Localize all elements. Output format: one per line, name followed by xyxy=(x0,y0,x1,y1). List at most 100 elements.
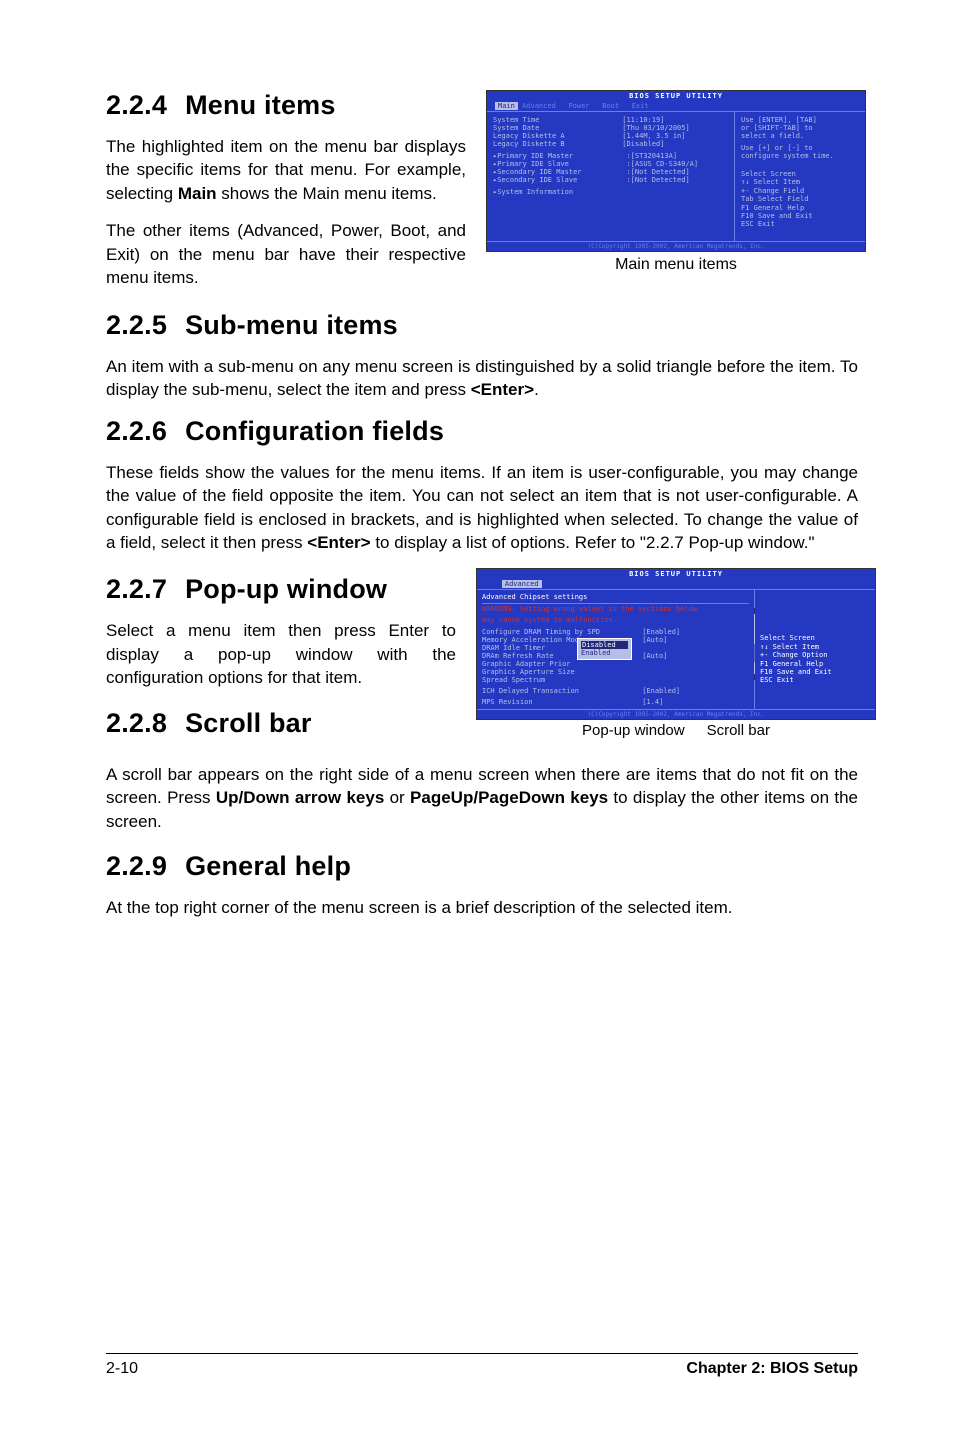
heading-226: 2.2.6 Configuration fields xyxy=(106,416,858,447)
tab-main: Main xyxy=(495,102,518,110)
nav-key: F10 Save and Exit xyxy=(760,668,870,676)
help-text: configure system time. xyxy=(741,152,859,160)
heading-225: 2.2.5 Sub-menu items xyxy=(106,310,858,341)
help-text: Use [+] or [-] to xyxy=(741,144,859,152)
submenu-key: Primary IDE Slave xyxy=(497,160,626,168)
submenu-key: Primary IDE Master xyxy=(497,152,626,160)
submenu-key: System Information xyxy=(497,188,626,196)
nav-key: +- Change Option xyxy=(760,651,870,659)
chapter-label: Chapter 2: BIOS Setup xyxy=(686,1360,858,1378)
bios-main-screenshot: BIOS SETUP UTILITY Main Advanced Power B… xyxy=(486,90,866,252)
heading-title: Scroll bar xyxy=(185,708,312,738)
para-224b: The other items (Advanced, Power, Boot, … xyxy=(106,219,466,289)
heading-224: 2.2.4 Menu items xyxy=(106,90,466,121)
field-key: Graphic Adapter Prior xyxy=(482,660,642,668)
nav-key: Tab Select Field xyxy=(741,195,859,203)
nav-key: ESC Exit xyxy=(741,220,859,228)
page-footer: 2-10 Chapter 2: BIOS Setup xyxy=(106,1353,858,1378)
para-229: At the top right corner of the menu scre… xyxy=(106,896,858,919)
popup-option: Enabled xyxy=(581,649,628,657)
heading-num: 2.2.9 xyxy=(106,851,167,882)
field-val: [1.4] xyxy=(642,698,749,706)
field-val: [Enabled] xyxy=(642,628,749,636)
para-226: These fields show the values for the men… xyxy=(106,461,858,555)
tab-exit: Exit xyxy=(632,102,649,110)
caption-row: Pop-up window Scroll bar xyxy=(476,722,876,739)
text: . xyxy=(534,380,539,399)
field-key: Graphics Aperture Size xyxy=(482,668,642,676)
field-val: [Auto] xyxy=(642,636,749,644)
nav-key: ↑↓ Select Item xyxy=(760,643,870,651)
bios-tabs: Main Advanced Power Boot Exit xyxy=(487,101,865,111)
help-text: Use [ENTER], [TAB] xyxy=(741,116,859,124)
field-key: Legacy Diskette A xyxy=(493,132,622,140)
heading-229: 2.2.9 General help xyxy=(106,851,858,882)
caption-popup: Pop-up window xyxy=(582,722,685,739)
submenu-val: :[Not Detected] xyxy=(626,168,728,176)
text: shows the Main menu items. xyxy=(217,184,437,203)
bios-adv-screenshot: BIOS SETUP UTILITY Advanced Advanced Chi… xyxy=(476,568,876,719)
heading-num: 2.2.5 xyxy=(106,310,167,341)
para-227: Select a menu item then press Enter to d… xyxy=(106,619,456,689)
nav-key: Select Screen xyxy=(760,634,870,642)
heading-title: Pop-up window xyxy=(185,574,387,604)
bios-left-panel: Advanced Chipset settings WARNING: Setti… xyxy=(477,589,755,708)
heading-title: Sub-menu items xyxy=(185,310,398,340)
para-228: A scroll bar appears on the right side o… xyxy=(106,763,858,833)
bold-text: <Enter> xyxy=(307,533,370,552)
field-key: System Time xyxy=(493,116,622,124)
caption-scrollbar: Scroll bar xyxy=(707,722,770,739)
bios-copyright: (C)Copyright 1985-2002, American Megatre… xyxy=(477,709,875,719)
bios-right-panel: Use [ENTER], [TAB] or [SHIFT-TAB] to sel… xyxy=(735,111,865,241)
nav-key: +- Change Field xyxy=(741,187,859,195)
text: or xyxy=(384,788,410,807)
heading-title: Menu items xyxy=(185,90,336,120)
subtitle: Advanced Chipset settings xyxy=(482,593,749,601)
bios-left-panel: System Time[11:10:19] System Date[Thu 03… xyxy=(487,111,735,241)
tab-advanced: Advanced xyxy=(502,580,542,588)
warning-text: WARNING: Setting wrong values in the sec… xyxy=(482,606,749,614)
popup-option: Disabled xyxy=(581,641,628,649)
heading-num: 2.2.4 xyxy=(106,90,167,121)
help-text: or [SHIFT-TAB] to xyxy=(741,124,859,132)
bios-title: BIOS SETUP UTILITY xyxy=(487,91,865,101)
nav-key: ESC Exit xyxy=(760,676,870,684)
heading-title: General help xyxy=(185,851,351,881)
bios-title: BIOS SETUP UTILITY xyxy=(477,569,875,579)
heading-title: Configuration fields xyxy=(185,416,444,446)
field-val: [1.44M, 3.5 in] xyxy=(622,132,728,140)
nav-key: F1 General Help xyxy=(741,204,859,212)
bold-text: Main xyxy=(178,184,217,203)
field-val: [Enabled] xyxy=(642,687,749,695)
tab-advanced: Advanced xyxy=(522,102,556,110)
text: to display a list of options. Refer to "… xyxy=(371,533,815,552)
popup-window: Disabled Enabled xyxy=(577,638,632,660)
heading-num: 2.2.7 xyxy=(106,574,167,605)
field-key: System Date xyxy=(493,124,622,132)
submenu-key: Secondary IDE Slave xyxy=(497,176,626,184)
bold-text: <Enter> xyxy=(471,380,534,399)
field-key: MPS Revision xyxy=(482,698,642,706)
tab-power: Power xyxy=(568,102,589,110)
field-val: [Auto] xyxy=(642,652,749,660)
field-key: Spread Spectrum xyxy=(482,676,642,684)
field-key: ICH Delayed Transaction xyxy=(482,687,642,695)
tab-boot: Boot xyxy=(602,102,619,110)
nav-key: ↑↓ Select Item xyxy=(741,178,859,186)
submenu-val: :[ASUS CD-S340/A] xyxy=(626,160,728,168)
para-224a: The highlighted item on the menu bar dis… xyxy=(106,135,466,205)
bold-text: Up/Down arrow keys xyxy=(216,788,384,807)
field-val: [Disabled] xyxy=(622,140,728,148)
bios-copyright: (C)Copyright 1985-2002, American Megatre… xyxy=(487,241,865,251)
nav-key: Select Screen xyxy=(741,170,859,178)
nav-key: F1 General Help xyxy=(760,660,870,668)
heading-num: 2.2.6 xyxy=(106,416,167,447)
bios-right-panel: Select Screen ↑↓ Select Item +- Change O… xyxy=(755,589,875,708)
para-225: An item with a sub-menu on any menu scre… xyxy=(106,355,858,402)
bold-text: PageUp/PageDown keys xyxy=(410,788,608,807)
warning-text: may cause system to malfunction. xyxy=(482,617,749,625)
heading-228: 2.2.8Scroll bar xyxy=(106,708,456,739)
heading-227: 2.2.7 Pop-up window xyxy=(106,574,456,605)
submenu-key: Secondary IDE Master xyxy=(497,168,626,176)
submenu-val: :[Not Detected] xyxy=(626,176,728,184)
